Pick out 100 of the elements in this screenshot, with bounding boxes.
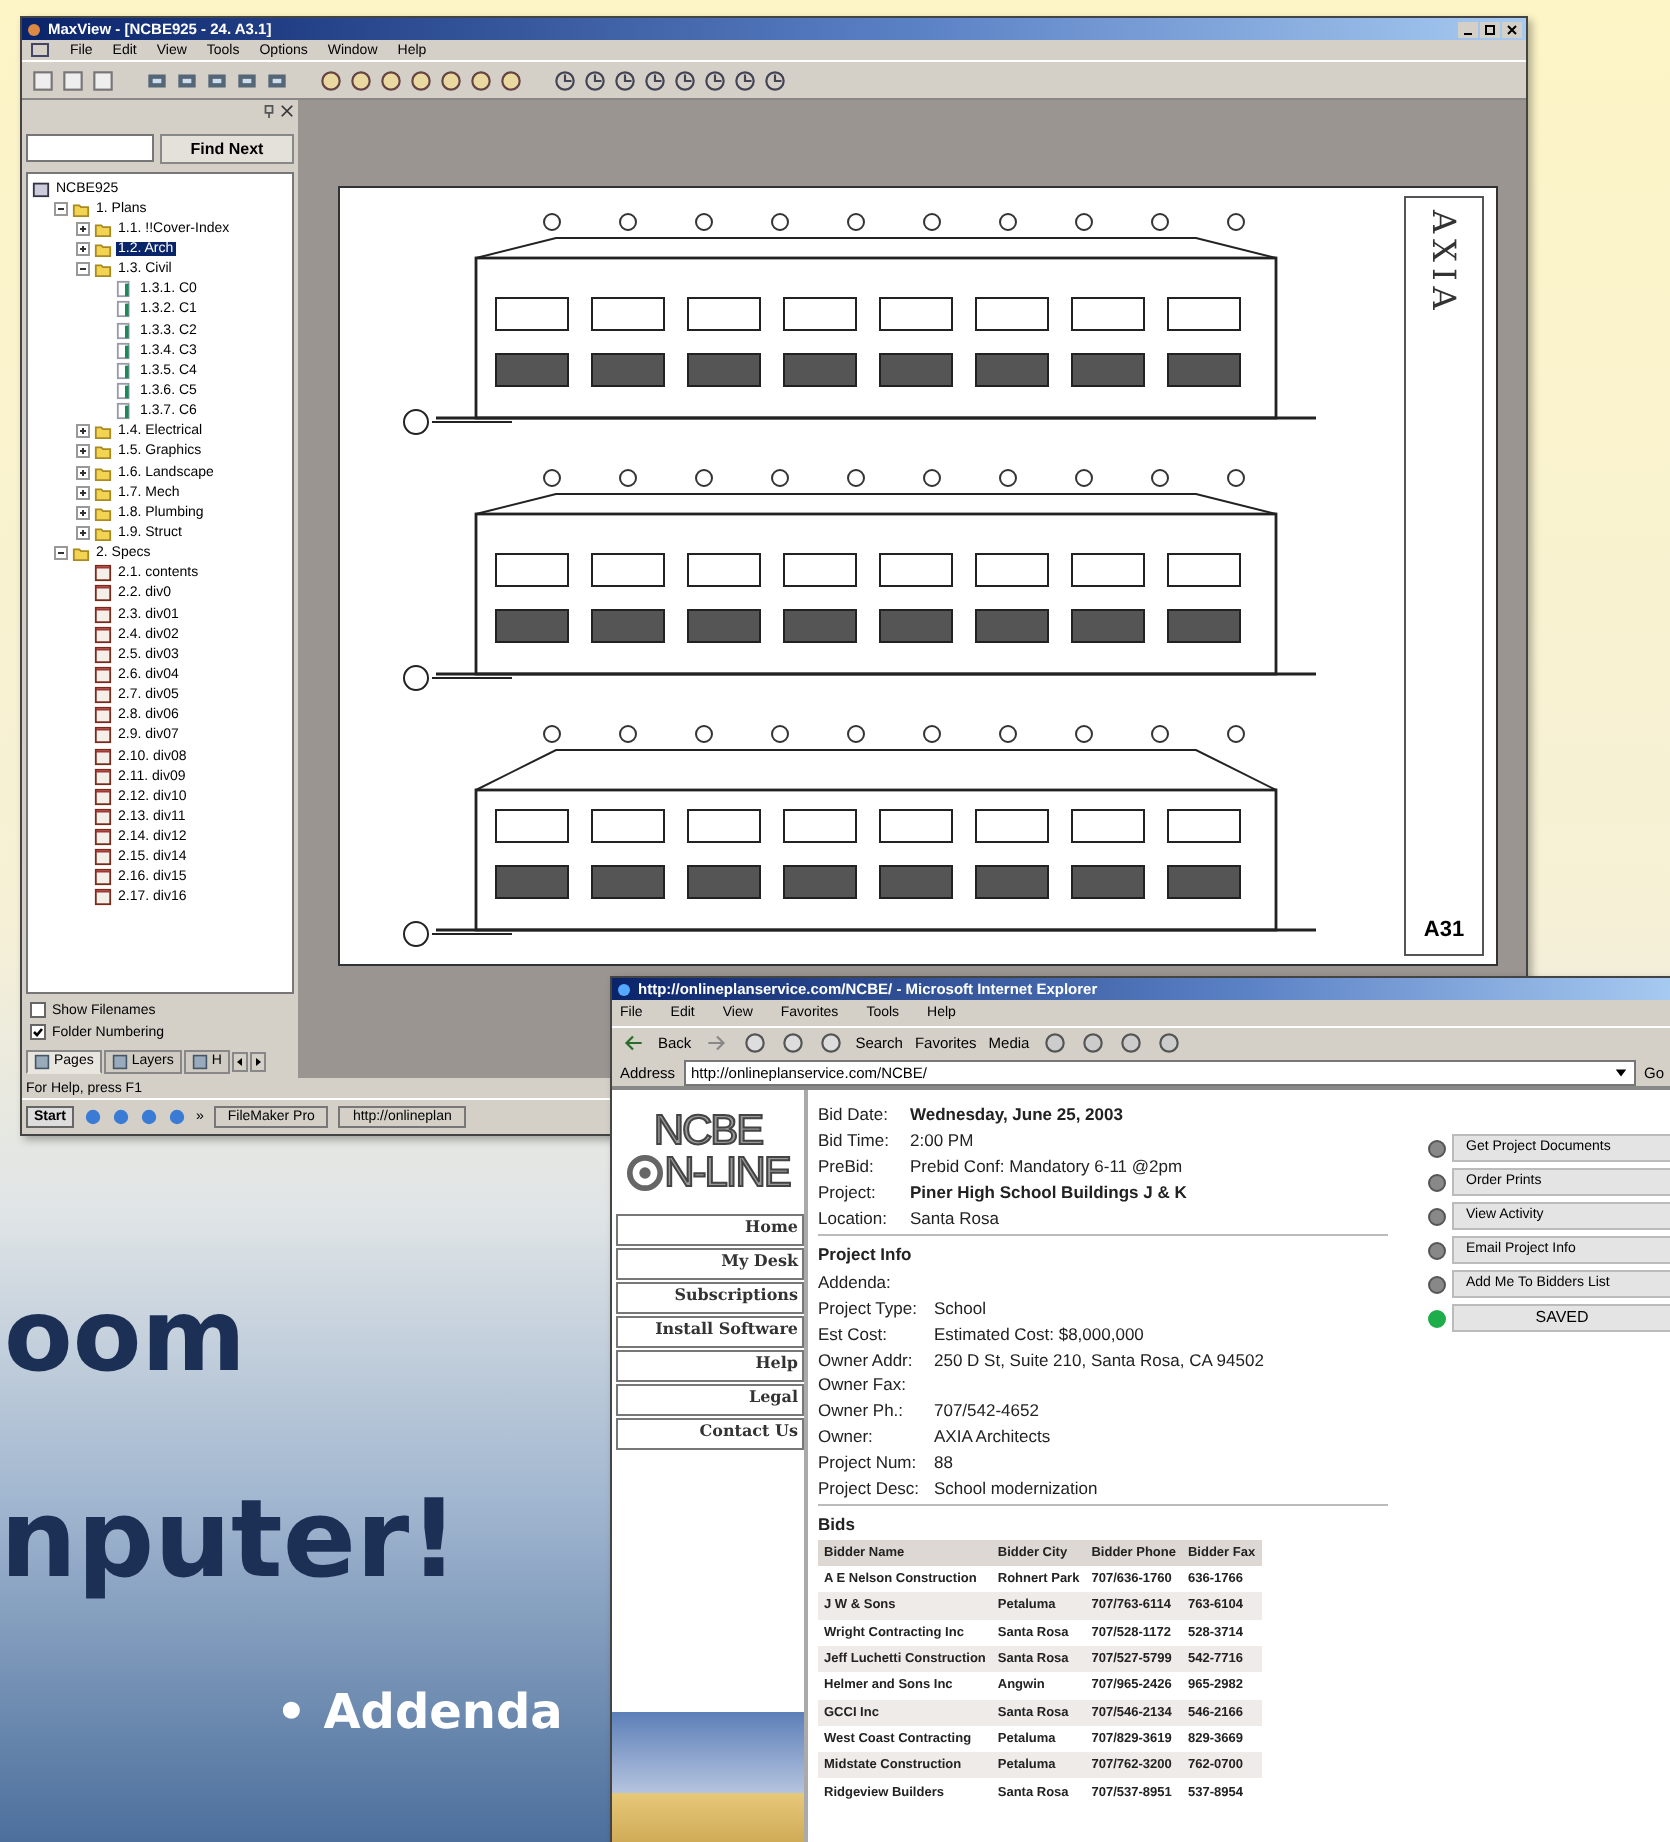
- firm-name: AXIA: [1425, 210, 1463, 316]
- tab-icon: [111, 1053, 128, 1069]
- sheet-icon: [116, 361, 134, 380]
- field-label: PreBid:: [818, 1155, 876, 1176]
- toolbar-round-icon[interactable]: [741, 1030, 768, 1056]
- collapse-icon[interactable]: [54, 546, 68, 561]
- document-icon: [94, 807, 112, 826]
- collapse-icon[interactable]: [54, 201, 68, 216]
- expand-icon[interactable]: [76, 221, 90, 236]
- expand-icon[interactable]: [76, 525, 90, 540]
- nav-link[interactable]: Home: [616, 1214, 804, 1246]
- checkbox[interactable]: [30, 1002, 46, 1018]
- document-icon: [94, 584, 112, 603]
- field-value: Santa Rosa: [910, 1207, 999, 1228]
- nav-link[interactable]: Help: [616, 1350, 804, 1382]
- field-value: Wednesday, June 25, 2003: [910, 1104, 1123, 1125]
- document-icon: [94, 665, 112, 684]
- sheet-icon: [116, 341, 134, 360]
- field-value: Prebid Conf: Mandatory 6-11 @2pm: [910, 1155, 1183, 1176]
- field-label: Bid Date:: [818, 1104, 890, 1125]
- nav-link[interactable]: Install Software: [616, 1316, 804, 1348]
- maximize-button[interactable]: [1480, 21, 1500, 37]
- nav-link[interactable]: Subscriptions: [616, 1282, 804, 1314]
- toolbar-round-icon[interactable]: [1117, 1030, 1144, 1056]
- expand-icon[interactable]: [76, 485, 90, 500]
- field-value: 2:00 PM: [910, 1130, 974, 1151]
- bullet-text: • Addenda: [276, 1684, 565, 1740]
- field-value: School modernization: [934, 1477, 1098, 1498]
- field-value: 88: [934, 1451, 953, 1472]
- sheet-icon: [116, 381, 134, 400]
- field-label: Project Num:: [818, 1451, 919, 1472]
- toolbar-round-icon[interactable]: [817, 1030, 844, 1056]
- search-field[interactable]: [26, 134, 154, 162]
- field-label: Owner:: [818, 1425, 875, 1446]
- document-icon: [94, 645, 112, 664]
- field-value: Piner High School Buildings J & K: [910, 1181, 1187, 1202]
- new-file-icon[interactable]: [30, 67, 56, 93]
- expand-icon[interactable]: [76, 444, 90, 459]
- sheet-icon: [116, 402, 134, 421]
- section-title: Project Info: [818, 1243, 914, 1268]
- expand-icon[interactable]: [76, 465, 90, 480]
- field-label: Owner Fax:: [818, 1374, 908, 1395]
- minimize-button[interactable]: [1458, 21, 1478, 37]
- section-title: Bids: [818, 1513, 857, 1538]
- field-value: Estimated Cost: $8,000,000: [934, 1323, 1144, 1344]
- field-label: Project Type:: [818, 1297, 919, 1318]
- field-label: Project Desc:: [818, 1477, 922, 1498]
- document-icon: [94, 726, 112, 745]
- find-next-button[interactable]: Find Next: [160, 134, 294, 164]
- tab-icon: [34, 1053, 50, 1069]
- nav-link[interactable]: Legal: [616, 1384, 804, 1416]
- field-label: Addenda:: [818, 1272, 893, 1293]
- expand-icon[interactable]: [76, 424, 90, 439]
- document-icon: [94, 848, 112, 867]
- pin-icon[interactable]: [262, 104, 276, 118]
- sheet-icon: [116, 300, 134, 319]
- document-icon: [94, 605, 112, 624]
- document-icon: [30, 42, 50, 58]
- field-label: Owner Ph.:: [818, 1400, 906, 1421]
- tab-scroll-left-button[interactable]: [231, 1051, 248, 1071]
- headline-text: nputer!: [0, 1484, 461, 1596]
- field-label: Bid Time:: [818, 1130, 891, 1151]
- document-icon: [94, 564, 112, 583]
- collapse-icon[interactable]: [76, 262, 90, 277]
- field-value: School: [934, 1297, 986, 1318]
- close-icon[interactable]: [280, 104, 294, 118]
- tab-scroll-right-button[interactable]: [249, 1051, 266, 1071]
- tab-icon: [191, 1053, 208, 1069]
- sheet-icon: [116, 280, 134, 299]
- document-icon: [94, 625, 112, 644]
- field-label: Owner Addr:: [818, 1349, 915, 1370]
- action-button[interactable]: SAVED: [1452, 1304, 1670, 1332]
- toolbar-round-icon[interactable]: [779, 1030, 806, 1056]
- document-icon: [94, 686, 112, 705]
- document-icon: [94, 706, 112, 725]
- headline-text: oom: [4, 1280, 248, 1392]
- expand-icon[interactable]: [76, 505, 90, 520]
- logo-text: N-LINE: [664, 1152, 790, 1194]
- checkbox[interactable]: [30, 1024, 46, 1040]
- field-value: 250 D St, Suite 210, Santa Rosa, CA 94502: [934, 1349, 1264, 1370]
- toolbar-round-icon[interactable]: [1041, 1030, 1068, 1056]
- field-value: 707/542-4652: [934, 1400, 1039, 1421]
- toolbar-round-icon[interactable]: [1079, 1030, 1106, 1056]
- dropdown-arrow-icon[interactable]: [1613, 1065, 1628, 1079]
- document-icon: [94, 888, 112, 907]
- field-label: Est Cost:: [818, 1323, 889, 1344]
- browser-icon: [616, 981, 632, 997]
- sheet-icon: [116, 321, 134, 340]
- field-label: Project:: [818, 1181, 878, 1202]
- nav-link[interactable]: My Desk: [616, 1248, 804, 1280]
- toolbar-round-icon[interactable]: [1155, 1030, 1182, 1056]
- document-icon: [94, 767, 112, 786]
- sheet-number: A31: [1423, 918, 1465, 942]
- expand-icon[interactable]: [76, 241, 90, 256]
- document-icon: [94, 787, 112, 806]
- logo-text: NCBE: [653, 1110, 763, 1152]
- document-icon: [94, 868, 112, 887]
- close-button[interactable]: [1502, 21, 1522, 37]
- back-arrow-icon[interactable]: [620, 1030, 646, 1056]
- nav-link[interactable]: Contact Us: [616, 1418, 804, 1450]
